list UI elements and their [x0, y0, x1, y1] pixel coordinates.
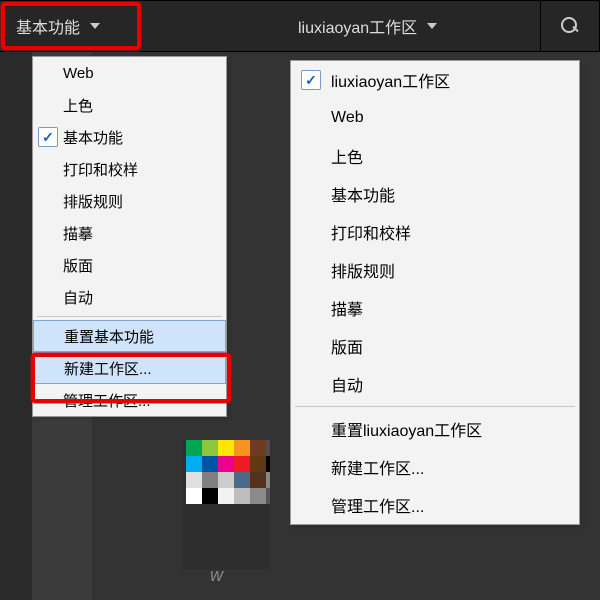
workspace-dropdown-label: liuxiaoyan工作区: [298, 14, 417, 38]
swatch[interactable]: [186, 488, 202, 504]
menu-item[interactable]: 上色: [33, 89, 226, 121]
swatch[interactable]: [250, 456, 266, 472]
menu-item-label: 打印和校样: [63, 159, 226, 180]
swatch[interactable]: [234, 440, 250, 456]
swatch[interactable]: [202, 488, 218, 504]
menu-item[interactable]: 上色: [291, 137, 579, 175]
check-column: ✓: [33, 127, 63, 147]
swatch[interactable]: [202, 456, 218, 472]
menu-item[interactable]: 描摹: [291, 289, 579, 327]
menu-item[interactable]: 新建工作区...: [33, 352, 226, 384]
menu-item-label: 重置基本功能: [64, 326, 225, 347]
swatch[interactable]: [250, 440, 266, 456]
menu-item[interactable]: 管理工作区...: [33, 384, 226, 416]
workspace-dropdown-button[interactable]: 基本功能: [16, 14, 100, 38]
menu-item[interactable]: 打印和校样: [291, 213, 579, 251]
menu-item-label: Web: [63, 65, 226, 82]
watermark: w: [210, 565, 224, 586]
swatch[interactable]: [234, 456, 250, 472]
menu-item-label: 排版规则: [331, 258, 579, 282]
menu-item[interactable]: 版面: [291, 327, 579, 365]
menu-item[interactable]: 自动: [33, 281, 226, 313]
workspace-dropdown-button[interactable]: liuxiaoyan工作区: [298, 14, 437, 38]
menu-item-label: 自动: [331, 372, 579, 396]
menu-item[interactable]: Web: [291, 99, 579, 137]
workspace-menu-right: ✓ liuxiaoyan工作区 Web 上色基本功能打印和校样排版规则描摹版面自动重置…: [290, 60, 580, 525]
chevron-down-icon: [90, 23, 100, 29]
swatch[interactable]: [250, 488, 266, 504]
menu-item-label: 新建工作区...: [64, 358, 225, 379]
menu-item[interactable]: 管理工作区...: [291, 486, 579, 524]
checkmark-icon: ✓: [301, 70, 321, 90]
menu-item[interactable]: ✓基本功能: [33, 121, 226, 153]
checkmark-icon: ✓: [38, 127, 58, 147]
menu-item[interactable]: Web: [33, 57, 226, 89]
menu-item[interactable]: 排版规则: [33, 185, 226, 217]
menu-item-label: 管理工作区...: [63, 390, 226, 411]
menu-item-label: 重置liuxiaoyan工作区: [331, 417, 579, 441]
menu-item[interactable]: 描摹: [33, 217, 226, 249]
menu-item-label: 自动: [63, 287, 226, 308]
menu-item[interactable]: 版面: [33, 249, 226, 281]
menu-item-label: 版面: [331, 334, 579, 358]
menu-item-label: 描摹: [63, 223, 226, 244]
menu-item-label: 描摹: [331, 296, 579, 320]
workspace-toolbar-left: 基本功能: [0, 0, 270, 52]
swatch[interactable]: [234, 472, 250, 488]
menu-item[interactable]: 排版规则: [291, 251, 579, 289]
swatch[interactable]: [186, 472, 202, 488]
workspace-menu-left: Web上色✓基本功能打印和校样排版规则描摹版面自动重置基本功能新建工作区...管…: [32, 56, 227, 417]
swatch[interactable]: [218, 472, 234, 488]
workspace-dropdown-label: 基本功能: [16, 14, 80, 38]
menu-item[interactable]: 自动: [291, 365, 579, 403]
left-gutter: [0, 52, 32, 600]
menu-item[interactable]: 重置liuxiaoyan工作区: [291, 410, 579, 448]
menu-item[interactable]: 重置基本功能: [33, 320, 226, 352]
menu-item-label: 管理工作区...: [331, 493, 579, 517]
menu-item-label: 基本功能: [63, 127, 226, 148]
menu-item-label: 上色: [331, 144, 579, 168]
menu-item-label: 基本功能: [331, 182, 579, 206]
swatch[interactable]: [186, 456, 202, 472]
menu-item-label: Web: [331, 109, 579, 127]
menu-item-label: 打印和校样: [331, 220, 579, 244]
menu-separator: [37, 316, 222, 317]
menu-item-label: 新建工作区...: [331, 455, 579, 479]
chevron-down-icon: [427, 23, 437, 29]
menu-item-label: 排版规则: [63, 191, 226, 212]
swatch[interactable]: [218, 488, 234, 504]
menu-item-label: 版面: [63, 255, 226, 276]
menu-item[interactable]: 打印和校样: [33, 153, 226, 185]
search-icon[interactable]: [559, 15, 581, 37]
swatch[interactable]: [218, 440, 234, 456]
swatch[interactable]: [234, 488, 250, 504]
menu-item-label: 上色: [63, 95, 226, 116]
swatch[interactable]: [202, 440, 218, 456]
menu-item[interactable]: ✓ liuxiaoyan工作区: [291, 61, 579, 99]
swatch[interactable]: [186, 440, 202, 456]
menu-item[interactable]: 基本功能: [291, 175, 579, 213]
menu-item[interactable]: 新建工作区...: [291, 448, 579, 486]
menu-separator: [295, 406, 575, 407]
search-area: [540, 0, 600, 52]
swatch[interactable]: [202, 472, 218, 488]
swatch[interactable]: [218, 456, 234, 472]
menu-item-label: liuxiaoyan工作区: [331, 68, 579, 92]
check-column: ✓: [291, 70, 331, 90]
swatch[interactable]: [250, 472, 266, 488]
